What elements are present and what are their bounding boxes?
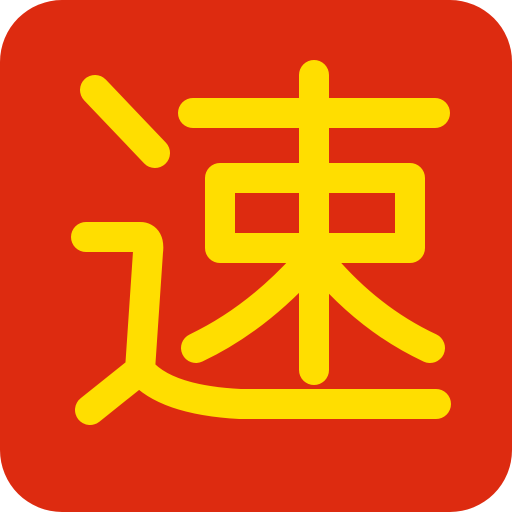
app-icon-graphic [0, 0, 512, 512]
app-icon[interactable]: 速 [0, 0, 512, 512]
